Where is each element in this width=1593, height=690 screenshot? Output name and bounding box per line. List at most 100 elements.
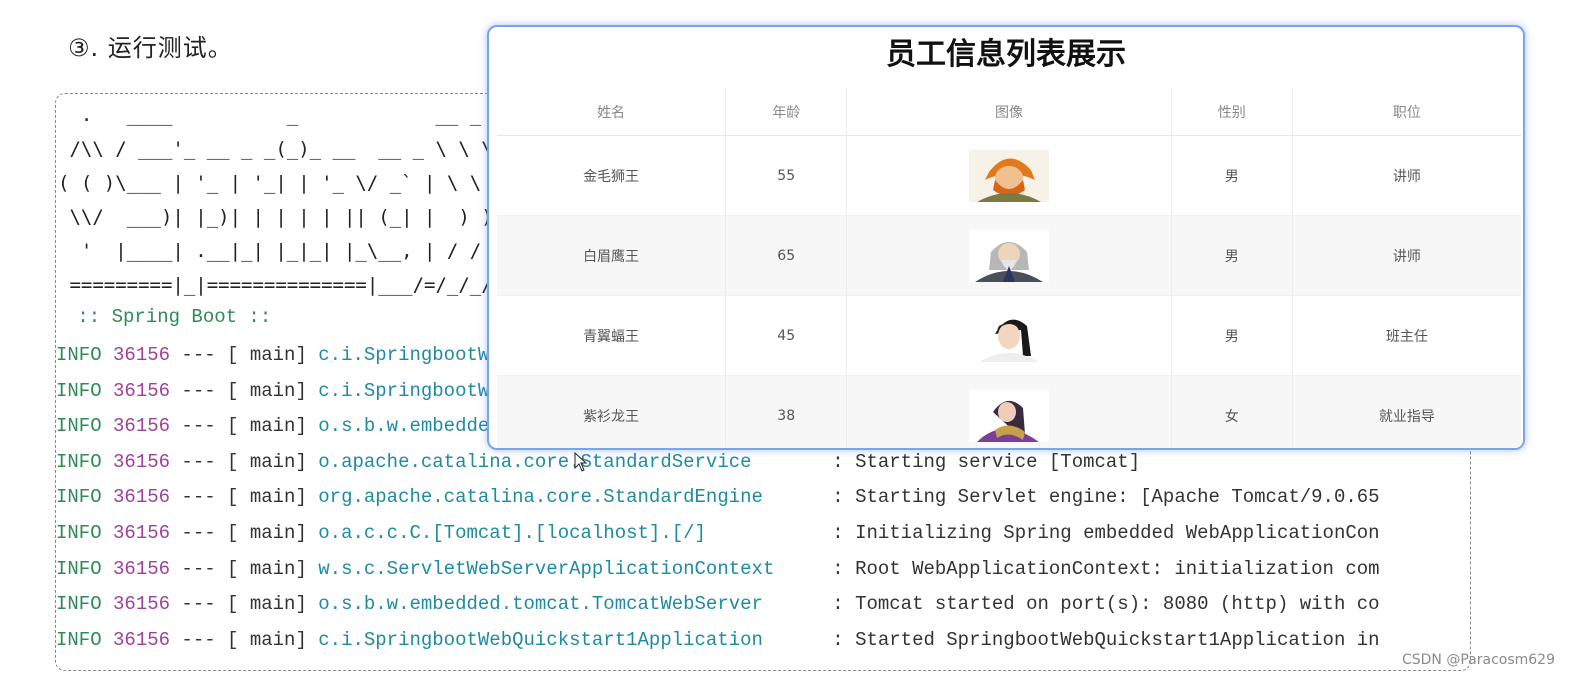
log-logger: org.apache.catalina.core.StandardEngine [318,486,763,509]
purple-robe-dragon-king-avatar [968,389,1049,442]
log-thread: [ main] [227,628,319,651]
log-message: : Tomcat started on port(s): 8080 (http)… [832,593,1380,616]
log-pid: 36156 [113,344,171,366]
log-pid: 36156 [113,628,171,651]
log-separator: --- [170,593,228,616]
log-thread: [ main] [227,344,319,366]
log-line: INFO 36156 --- [ main] o.a.c.c.C.[Tomcat… [56,516,1470,552]
column-header-job: 职位 [1292,88,1521,136]
log-thread: [ main] [227,415,319,438]
cell-gender: 女 [1171,375,1293,448]
log-space [102,451,113,473]
log-space [102,415,113,437]
cell-job: 班主任 [1292,295,1521,376]
cell-name: 金毛狮王 [497,135,727,216]
log-level: INFO [56,450,102,473]
log-separator: --- [170,521,228,544]
log-pid: 36156 [113,379,171,402]
log-thread: [ main] [227,486,319,509]
log-pid: 36156 [113,521,171,544]
cell-job: 就业指导 [1292,375,1521,448]
log-separator: --- [170,415,228,438]
table-header-row: 姓名 年龄 图像 性别 职位 [497,88,1521,136]
mouse-cursor-icon [574,452,588,472]
column-header-name: 姓名 [497,88,727,136]
log-separator: --- [170,450,228,473]
log-space [102,344,113,366]
cell-name: 青翼蝠王 [497,295,727,376]
log-pid: 36156 [113,415,171,438]
log-line: INFO 36156 --- [ main] o.apache.catalina… [56,445,1470,481]
log-thread: [ main] [227,379,319,402]
log-separator: --- [170,379,228,402]
cell-name: 紫衫龙王 [497,375,727,448]
log-level: INFO [56,557,102,580]
log-pid: 36156 [113,450,171,473]
log-space [102,486,113,508]
green-wing-bat-king-avatar [968,309,1049,362]
log-line: INFO 36156 --- [ main] org.apache.catali… [56,480,1470,516]
spring-boot-label: :: Spring Boot :: [66,306,272,328]
cell-age: 38 [725,375,848,448]
log-logger: c.i.SpringbootWebQuickstart1Application [318,628,763,651]
section-heading: ③. 运行测试。 [68,34,233,62]
log-pid: 36156 [113,486,171,509]
golden-lion-king-avatar [968,149,1049,202]
log-pid: 36156 [113,557,171,580]
log-pid: 36156 [113,593,171,616]
cell-gender: 男 [1171,295,1293,376]
log-level: INFO [56,593,102,616]
employee-list-window: 员工信息列表展示 姓名 年龄 图像 性别 职位 金毛狮王 55 男 讲师 白眉鹰… [487,25,1525,450]
white-eyebrow-eagle-king-avatar [968,229,1049,282]
cell-age: 65 [725,215,848,296]
log-line: INFO 36156 --- [ main] w.s.c.ServletWebS… [56,552,1470,588]
column-header-image: 图像 [846,88,1172,136]
cell-job: 讲师 [1292,215,1521,296]
log-level: INFO [56,415,102,438]
log-separator: --- [170,557,228,580]
log-line: INFO 36156 --- [ main] o.s.b.w.embedded.… [56,587,1470,623]
log-line: INFO 36156 --- [ main] c.i.SpringbootWeb… [56,623,1470,659]
log-thread: [ main] [227,557,319,580]
log-level: INFO [56,486,102,509]
table-row: 金毛狮王 55 男 讲师 [497,135,1521,216]
log-message: : Starting service [Tomcat] [832,450,1141,473]
cell-image [846,215,1172,296]
log-space [102,558,113,580]
watermark: CSDN @Paracosm629 [1401,652,1555,668]
cell-age: 55 [725,135,848,216]
cell-name: 白眉鹰王 [497,215,727,296]
log-message: : Initializing Spring embedded WebApplic… [832,521,1380,544]
cell-image [846,375,1172,448]
log-space [102,629,113,651]
log-logger: o.a.c.c.C.[Tomcat].[localhost].[/] [318,521,706,544]
log-space [102,593,113,615]
log-separator: --- [170,628,228,651]
log-message: : Starting Servlet engine: [Apache Tomca… [832,486,1380,509]
log-logger: o.s.b.w.embedded.tomcat.TomcatWebServer [318,593,763,616]
employee-table: 姓名 年龄 图像 性别 职位 金毛狮王 55 男 讲师 白眉鹰王 65 男 讲师… [497,88,1521,448]
log-message: : Root WebApplicationContext: initializa… [832,557,1380,580]
spring-ascii-banner: . ____ _ __ _ _ /\\ / ___'_ __ _ _(_)_ _… [58,104,538,296]
log-level: INFO [56,344,102,366]
log-thread: [ main] [227,593,319,616]
table-row: 青翼蝠王 45 男 班主任 [497,295,1521,376]
column-header-gender: 性别 [1171,88,1293,136]
log-level: INFO [56,628,102,651]
log-message: : Started SpringbootWebQuickstart1Applic… [832,628,1380,651]
log-level: INFO [56,521,102,544]
column-header-age: 年龄 [725,88,848,136]
cell-image [846,135,1172,216]
cell-image [846,295,1172,376]
cell-gender: 男 [1171,135,1293,216]
log-space [102,522,113,544]
log-separator: --- [170,344,228,366]
table-row: 紫衫龙王 38 女 就业指导 [497,375,1521,448]
log-thread: [ main] [227,521,319,544]
log-level: INFO [56,379,102,402]
page-title: 员工信息列表展示 [886,37,1126,72]
log-separator: --- [170,486,228,509]
log-thread: [ main] [227,450,319,473]
log-space [102,380,113,402]
cell-gender: 男 [1171,215,1293,296]
